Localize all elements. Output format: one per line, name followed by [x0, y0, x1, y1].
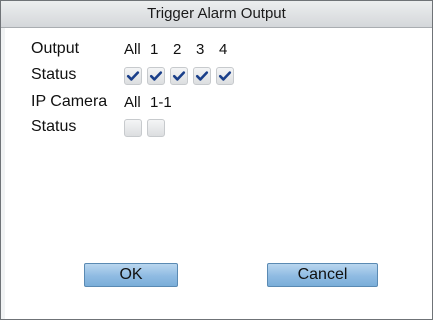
ip-camera-channel-1-1-header: 1-1: [150, 94, 172, 111]
ip-camera-all-header: All: [124, 94, 141, 111]
cancel-button[interactable]: Cancel: [267, 263, 378, 287]
checkmark-icon: [218, 71, 232, 81]
trigger-alarm-output-dialog: Trigger Alarm Output Output All 1 2 3 4 …: [0, 0, 433, 320]
output-channel-4-checkbox[interactable]: [216, 67, 234, 85]
checkmark-icon: [126, 71, 140, 81]
ip-camera-status-label: Status: [31, 118, 77, 135]
output-channel-3-header: 3: [196, 41, 205, 58]
output-channel-3-checkbox[interactable]: [193, 67, 211, 85]
output-channel-1-header: 1: [150, 41, 159, 58]
dialog-title: Trigger Alarm Output: [1, 1, 432, 28]
output-all-header: All: [124, 41, 141, 58]
output-channel-1-checkbox[interactable]: [147, 67, 165, 85]
checkmark-icon: [172, 71, 186, 81]
output-channel-4-header: 4: [219, 41, 228, 58]
output-all-checkbox[interactable]: [124, 67, 142, 85]
ip-camera-channel-1-1-checkbox[interactable]: [147, 119, 165, 137]
checkmark-icon: [149, 71, 163, 81]
output-status-label: Status: [31, 66, 77, 83]
output-channel-2-checkbox[interactable]: [170, 67, 188, 85]
checkmark-icon: [195, 71, 209, 81]
ip-camera-all-checkbox[interactable]: [124, 119, 142, 137]
output-label: Output: [31, 40, 80, 57]
ok-button[interactable]: OK: [84, 263, 178, 287]
dialog-content: Output All 1 2 3 4 Status IP Camera All …: [1, 28, 432, 319]
output-channel-2-header: 2: [173, 41, 182, 58]
ip-camera-label: IP Camera: [31, 93, 108, 110]
